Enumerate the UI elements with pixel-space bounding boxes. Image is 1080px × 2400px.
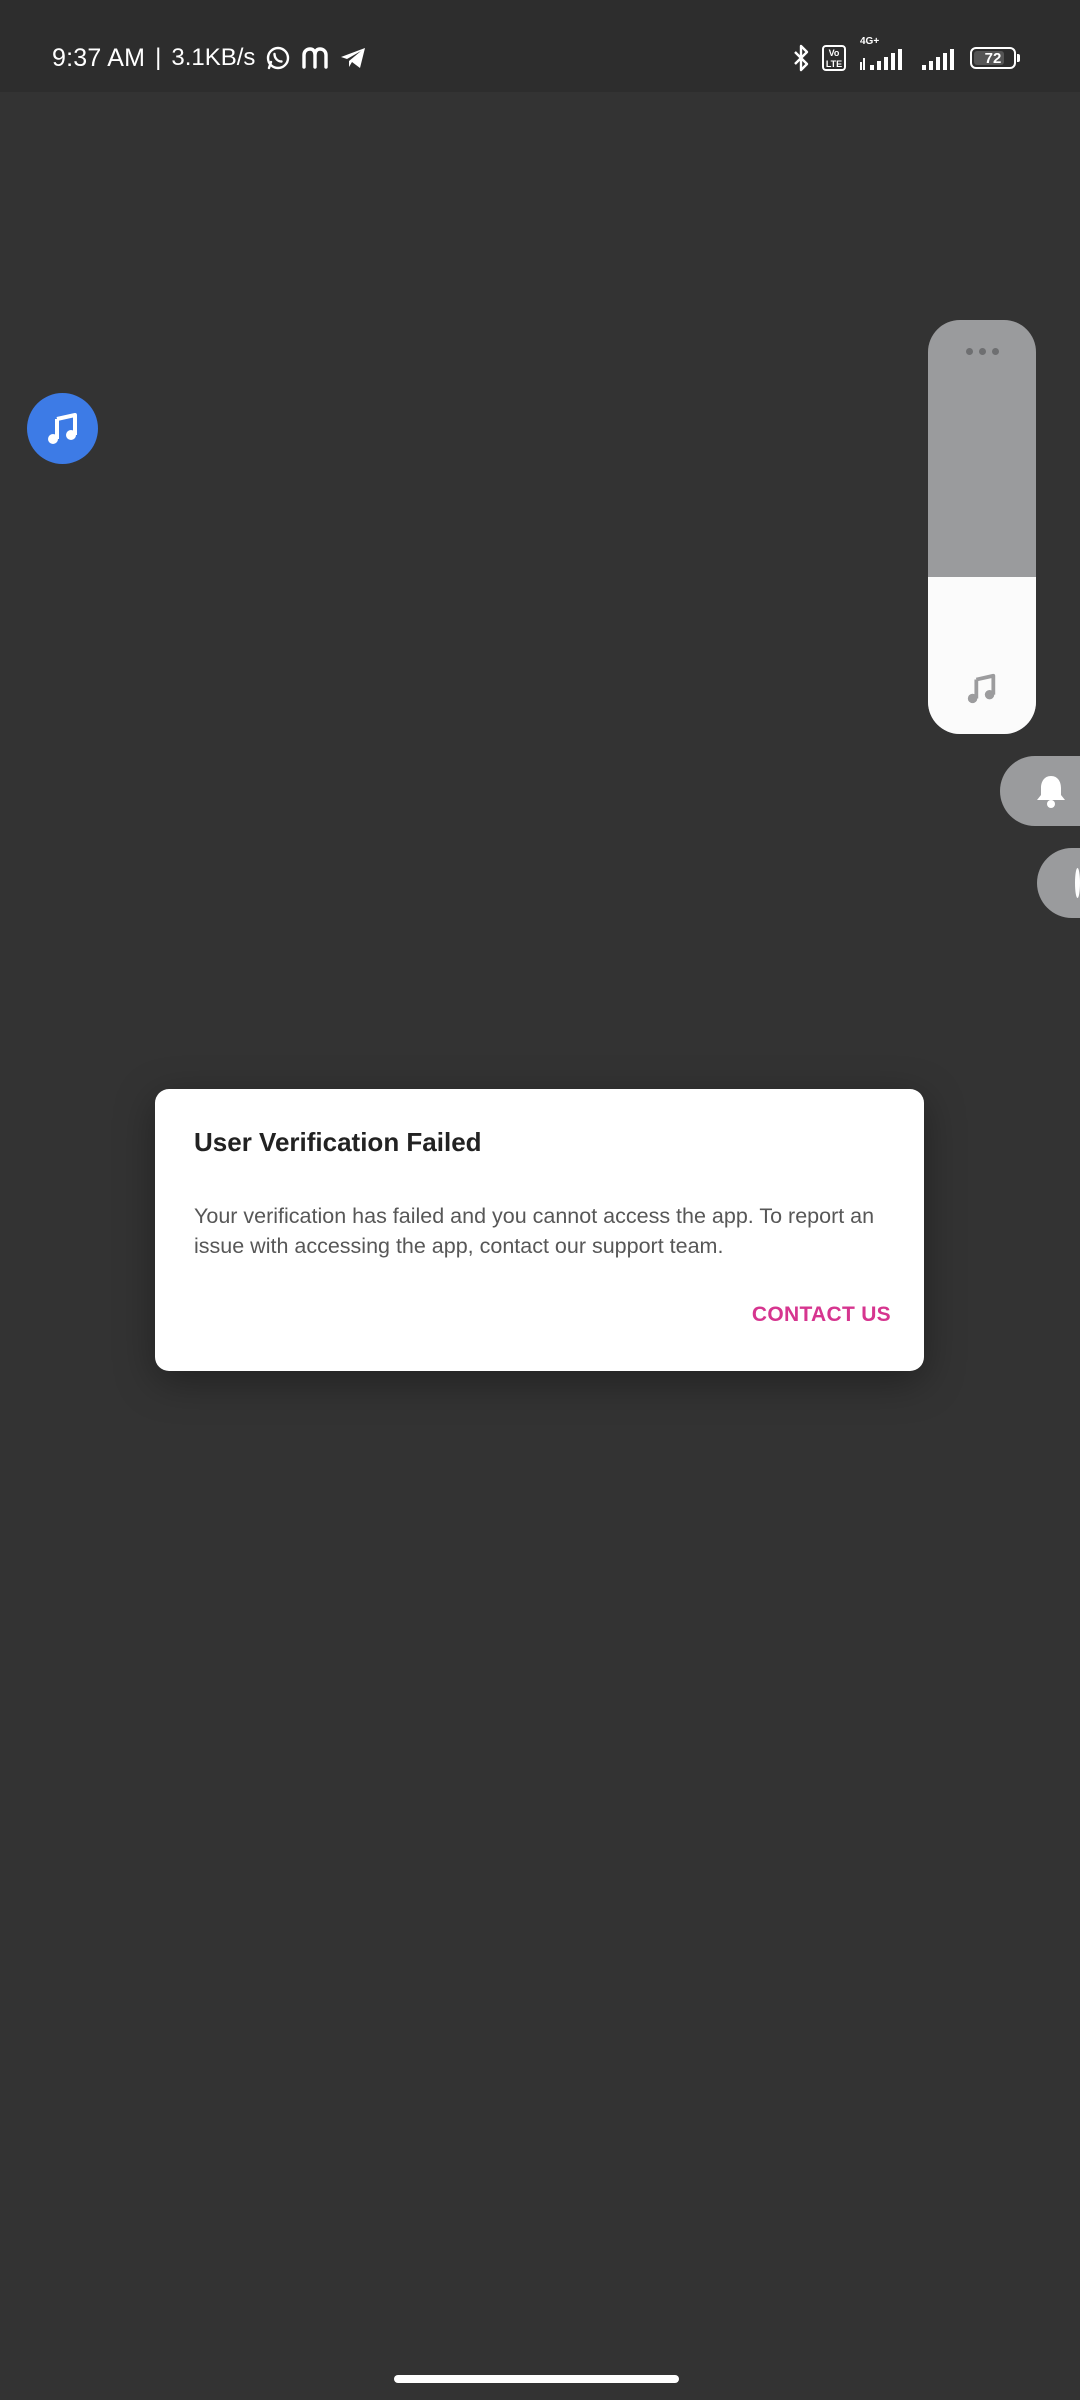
contact-us-button[interactable]: CONTACT US	[752, 1303, 891, 1327]
network-speed: 3.1KB/s	[171, 44, 256, 71]
music-note-icon	[45, 411, 81, 447]
m-app-icon	[301, 46, 329, 70]
home-gesture-bar[interactable]	[394, 2375, 679, 2383]
whatsapp-icon	[265, 45, 291, 71]
dialog-title: User Verification Failed	[194, 1127, 482, 1157]
signal-icon	[920, 44, 958, 72]
status-separator: |	[155, 44, 162, 71]
battery-level: 72	[984, 49, 1002, 67]
status-right: Vo LTE 4G+ 72	[792, 36, 1020, 78]
volume-slider[interactable]	[928, 320, 1036, 734]
status-bar: 9:37 AM | 3.1KB/s Vo LTE 4G+ 72	[0, 0, 1080, 92]
status-time: 9:37 AM	[52, 43, 146, 72]
telegram-icon	[339, 46, 367, 70]
volume-level-fill	[928, 576, 1036, 734]
status-left: 9:37 AM | 3.1KB/s	[52, 38, 367, 78]
network-type-label: 4G+	[860, 36, 880, 47]
dialog-message: Your verification has failed and you can…	[194, 1204, 875, 1258]
signal-4g-icon: 4G+	[858, 36, 908, 72]
sound-mode-button[interactable]	[1037, 848, 1080, 918]
ringer-mode-button[interactable]	[1000, 756, 1080, 826]
screen: 9:37 AM | 3.1KB/s Vo LTE 4G+ 72 User Ver…	[0, 0, 1080, 2400]
volte-icon: Vo LTE	[822, 45, 846, 71]
more-dots-icon[interactable]	[928, 348, 1036, 355]
volume-music-icon	[928, 672, 1036, 706]
mode-icon	[1075, 868, 1080, 898]
verification-failed-dialog: User Verification Failed Your verificati…	[155, 1089, 924, 1371]
floating-music-bubble[interactable]	[27, 393, 98, 464]
battery-icon: 72	[970, 47, 1020, 69]
bell-icon	[1034, 773, 1068, 809]
bluetooth-icon	[792, 44, 810, 72]
